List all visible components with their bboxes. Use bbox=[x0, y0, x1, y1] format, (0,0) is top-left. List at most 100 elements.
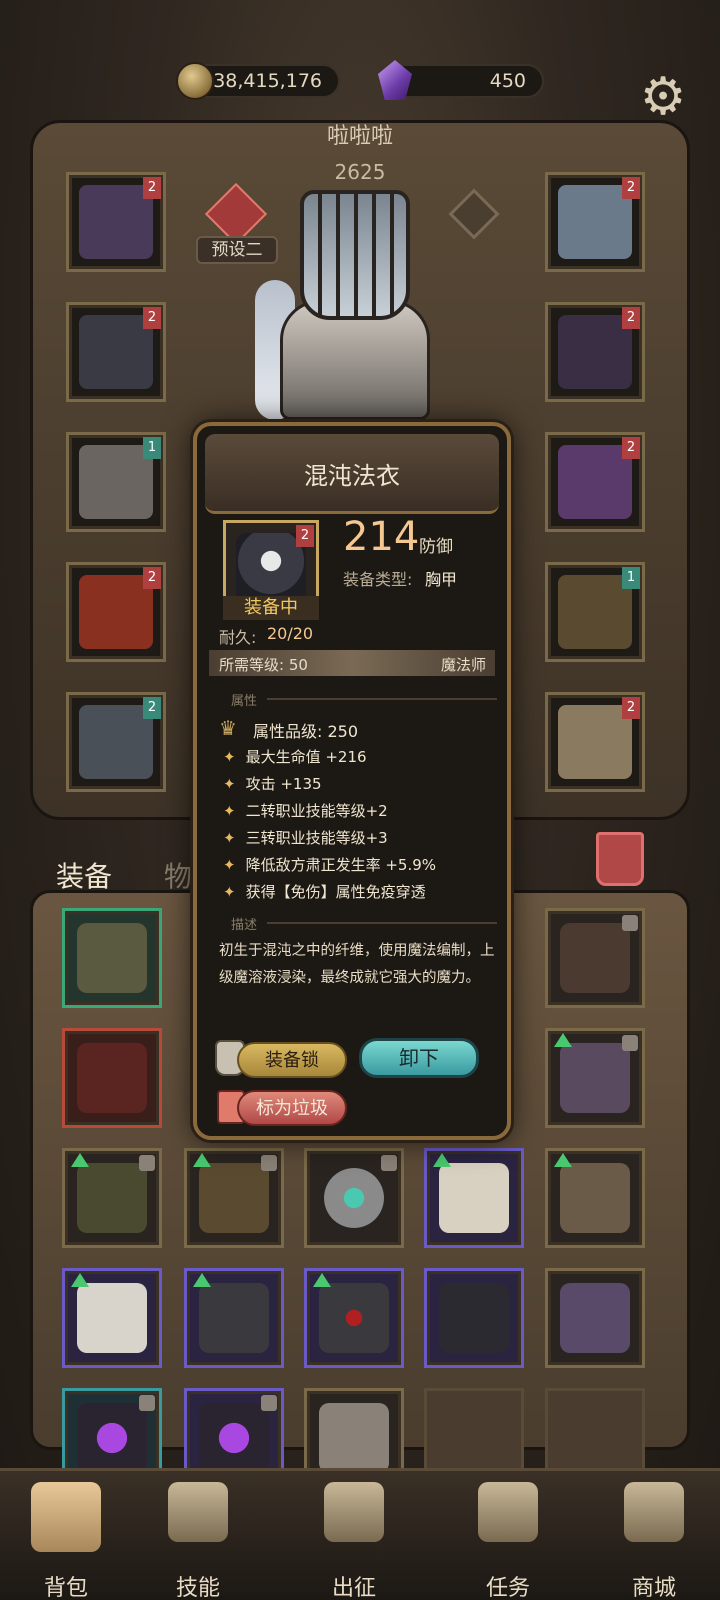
grade-crown-icon: ♛ bbox=[219, 716, 237, 740]
skill-book-icon bbox=[168, 1482, 228, 1542]
tab-equipment[interactable]: 装备 bbox=[56, 855, 112, 895]
quest-scroll-icon bbox=[478, 1482, 538, 1542]
nav-expedition[interactable]: 出征 bbox=[304, 1474, 404, 1600]
equip-slot-gloves[interactable]: 1 bbox=[66, 432, 166, 532]
cage-helmet-art bbox=[79, 185, 153, 259]
equip-lock-button[interactable]: 装备锁 bbox=[237, 1042, 347, 1078]
shoulder-art bbox=[558, 315, 632, 389]
tier-badge: 2 bbox=[296, 525, 314, 547]
hero-character bbox=[250, 180, 470, 430]
hero-cage-helmet bbox=[300, 190, 410, 320]
equip-slot-armor[interactable]: 2 bbox=[66, 302, 166, 402]
gauntlet-art bbox=[79, 445, 153, 519]
inventory-item[interactable] bbox=[545, 1148, 645, 1248]
star-icon: ✦ bbox=[223, 802, 236, 820]
inventory-item[interactable] bbox=[62, 1268, 162, 1368]
upgrade-arrow-icon bbox=[193, 1273, 211, 1287]
backpack-icon bbox=[31, 1482, 101, 1552]
nav-shop[interactable]: 商城 bbox=[604, 1474, 704, 1600]
item-name: 混沌法衣 bbox=[304, 462, 400, 490]
attribute-text: 二转职业技能等级+2 bbox=[245, 802, 388, 820]
nav-label: 商城 bbox=[631, 1576, 676, 1600]
item-art bbox=[77, 1283, 147, 1353]
equip-slot-boots[interactable]: 2 bbox=[66, 692, 166, 792]
inventory-item[interactable] bbox=[62, 908, 162, 1008]
inventory-item[interactable] bbox=[545, 1028, 645, 1128]
star-icon: ✦ bbox=[223, 775, 236, 793]
equip-type-label: 装备类型: bbox=[343, 570, 413, 589]
equipped-tag: 装备中 bbox=[223, 596, 319, 620]
description-section-title: 描述 bbox=[231, 918, 258, 933]
item-art bbox=[199, 1163, 269, 1233]
unequip-button[interactable]: 卸下 bbox=[359, 1038, 479, 1078]
mark-junk-button[interactable]: 标为垃圾 bbox=[237, 1090, 347, 1126]
equip-slot-cloak[interactable]: 2 bbox=[545, 432, 645, 532]
inventory-item[interactable] bbox=[424, 1268, 524, 1368]
inventory-item[interactable] bbox=[304, 1268, 404, 1368]
tier-badge: 2 bbox=[143, 177, 161, 199]
item-art bbox=[319, 1283, 389, 1353]
attribute-text: 攻击 +135 bbox=[245, 775, 322, 793]
inventory-item[interactable] bbox=[62, 1028, 162, 1128]
upgrade-arrow-icon bbox=[433, 1153, 451, 1167]
equip-slot-pants[interactable]: 2 bbox=[66, 562, 166, 662]
star-icon: ✦ bbox=[223, 748, 236, 766]
staff-art bbox=[558, 575, 632, 649]
settings-gear-icon[interactable]: ⚙ bbox=[636, 70, 690, 124]
equip-slot-helmet[interactable]: 2 bbox=[66, 172, 166, 272]
attribute-row: ✦ 最大生命值 +216 bbox=[223, 746, 367, 767]
item-art bbox=[439, 1163, 509, 1233]
item-description: 初生于混沌之中的纤维，使用魔法编制，上级魔溶液浸染，最终成就它强大的魔力。 bbox=[219, 943, 495, 986]
nav-skills[interactable]: 技能 bbox=[148, 1474, 248, 1600]
item-art bbox=[77, 1163, 147, 1233]
attribute-grade: 属性品级: 250 bbox=[253, 722, 359, 741]
star-icon: ✦ bbox=[223, 829, 236, 847]
inventory-item[interactable] bbox=[545, 908, 645, 1008]
equip-slot-weapon[interactable]: 1 bbox=[545, 562, 645, 662]
required-class: 魔法师 bbox=[441, 656, 487, 674]
attribute-row: ✦ 获得【免伤】属性免疫穿透 bbox=[223, 881, 426, 902]
item-art bbox=[77, 1043, 147, 1113]
nav-backpack[interactable]: 背包 bbox=[16, 1474, 116, 1600]
attributes-section-title: 属性 bbox=[231, 694, 258, 709]
inventory-item[interactable] bbox=[545, 1268, 645, 1368]
inventory-item[interactable] bbox=[304, 1148, 404, 1248]
equip-type-value: 胸甲 bbox=[425, 570, 458, 589]
nav-label: 技能 bbox=[175, 1576, 220, 1600]
map-scroll-icon bbox=[324, 1482, 384, 1542]
upgrade-arrow-icon bbox=[554, 1033, 572, 1047]
attribute-row: ✦ 三转职业技能等级+3 bbox=[223, 827, 388, 848]
nav-label: 出征 bbox=[331, 1576, 376, 1600]
upgrade-arrow-icon bbox=[193, 1153, 211, 1167]
durability-label: 耐久: bbox=[219, 628, 257, 647]
defense-label: 防御 bbox=[419, 537, 453, 557]
section-divider bbox=[267, 698, 497, 700]
item-art bbox=[199, 1283, 269, 1353]
tier-badge: 1 bbox=[622, 567, 640, 589]
inventory-item[interactable] bbox=[184, 1268, 284, 1368]
equip-slot-shoulder[interactable]: 2 bbox=[545, 302, 645, 402]
defense-value: 214 bbox=[343, 514, 420, 560]
equip-slot-offhand[interactable]: 2 bbox=[545, 692, 645, 792]
gem-counter: 450 bbox=[378, 60, 544, 100]
lock-icon bbox=[139, 1395, 155, 1411]
equip-slot-necklace[interactable]: 2 bbox=[545, 172, 645, 272]
tier-badge: 2 bbox=[143, 567, 161, 589]
upgrade-arrow-icon bbox=[554, 1153, 572, 1167]
item-detail-popup: 混沌法衣 2 装备中 214 防御 装备类型: 胸甲 耐久: 20/20 所需等… bbox=[193, 422, 511, 1140]
inventory-item[interactable] bbox=[62, 1148, 162, 1248]
attribute-text: 降低敌方肃正发生率 +5.9% bbox=[245, 856, 437, 874]
lock-icon bbox=[381, 1155, 397, 1171]
gold-coin-icon bbox=[176, 62, 214, 100]
lock-icon bbox=[622, 915, 638, 931]
gold-counter: 38,415,176 bbox=[176, 62, 340, 100]
trash-bin-icon[interactable] bbox=[596, 832, 644, 886]
inventory-item[interactable] bbox=[424, 1148, 524, 1248]
gold-amount: 38,415,176 bbox=[213, 70, 322, 92]
inventory-item[interactable] bbox=[184, 1148, 284, 1248]
attribute-row: ✦ 二转职业技能等级+2 bbox=[223, 800, 388, 821]
gem-amount: 450 bbox=[489, 70, 526, 92]
upgrade-arrow-icon bbox=[71, 1153, 89, 1167]
nav-quests[interactable]: 任务 bbox=[458, 1474, 558, 1600]
item-art bbox=[560, 923, 630, 993]
